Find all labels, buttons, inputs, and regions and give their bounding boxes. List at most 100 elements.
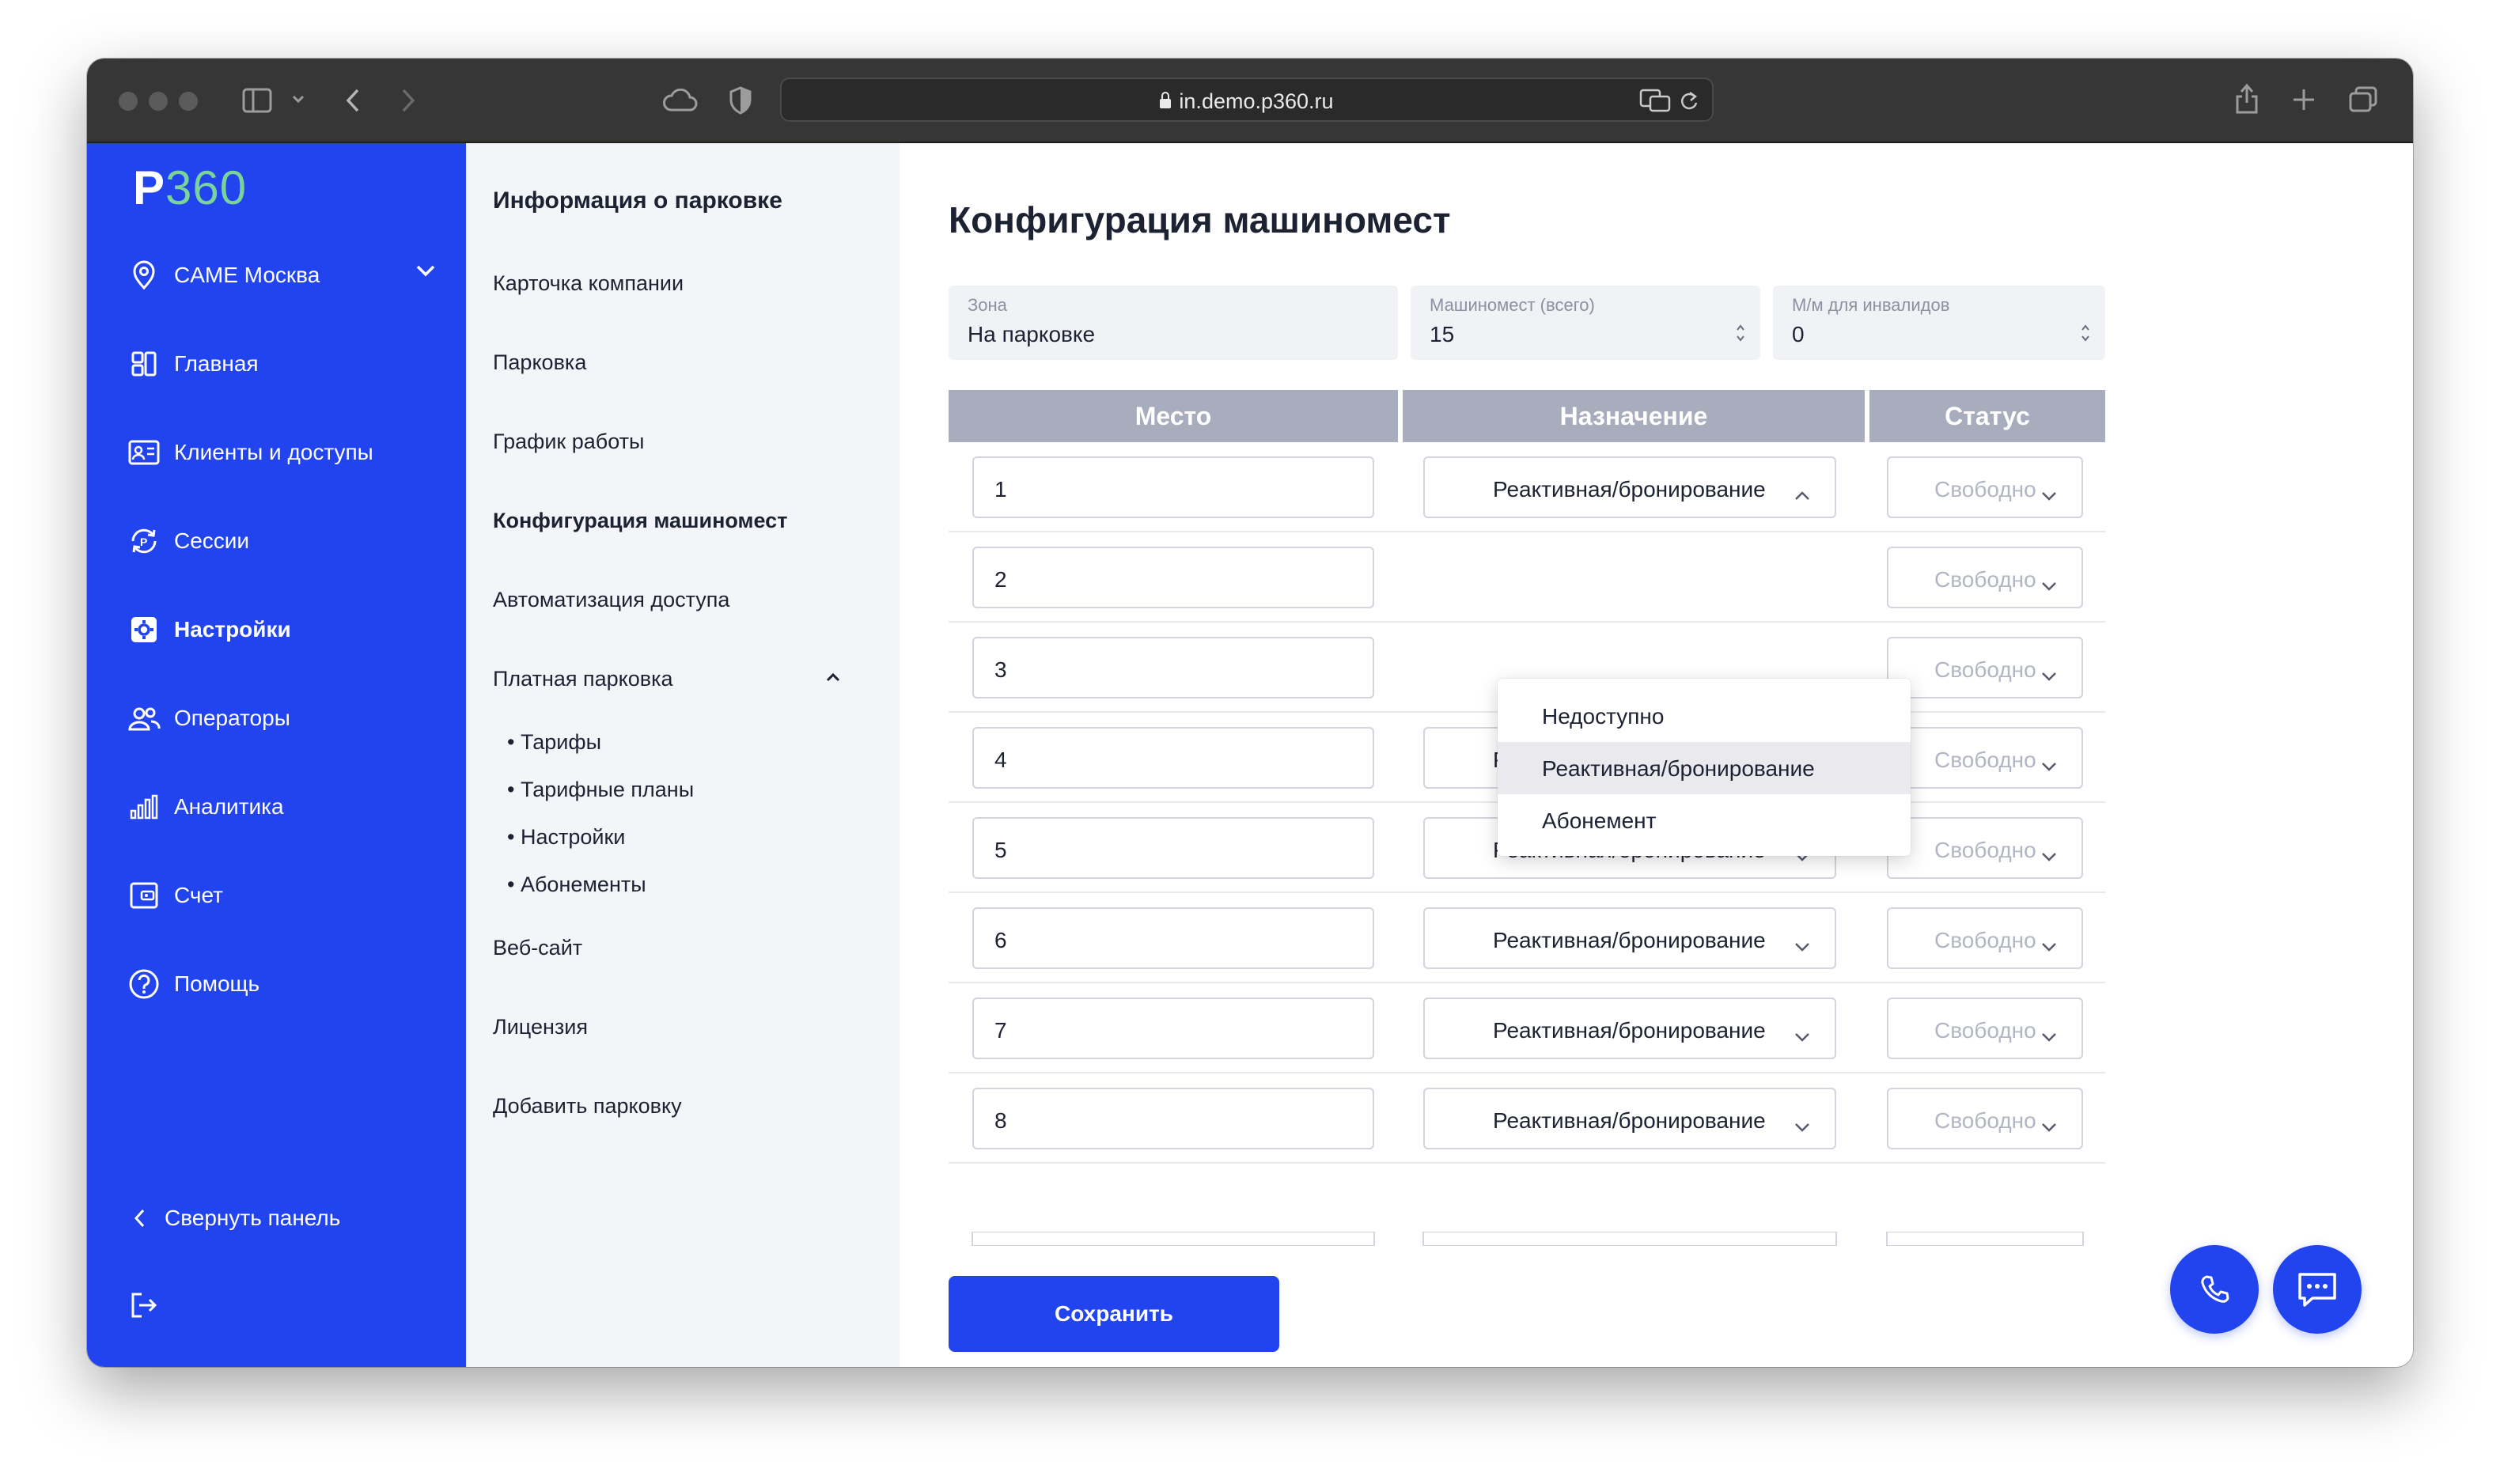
dropdown-option-reactive[interactable]: Реактивная/бронирование [1498, 742, 1911, 794]
disabled-spaces-field[interactable]: М/м для инвалидов 0 [1773, 286, 2105, 360]
settings-subitem-subscriptions[interactable]: • Абонементы [507, 873, 646, 897]
zone-field[interactable]: Зона На парковке [949, 286, 1398, 360]
shield-icon[interactable] [728, 85, 753, 115]
dropdown-option-subscription[interactable]: Абонемент [1498, 794, 1911, 846]
purpose-select[interactable]: Реактивная/бронирование [1423, 998, 1836, 1059]
chevron-down-icon[interactable] [415, 263, 437, 282]
dropdown-option-unavailable[interactable]: Недоступно [1498, 690, 1911, 742]
settings-subitem-settings[interactable]: • Настройки [507, 825, 625, 850]
status-select[interactable]: Свободно [1887, 637, 2083, 698]
status-value: Свободно [1934, 1108, 2036, 1133]
settings-item-paid-parking[interactable]: Платная парковка [493, 667, 673, 691]
status-value: Свободно [1934, 1018, 2036, 1043]
share-icon[interactable] [2234, 82, 2259, 115]
call-button[interactable] [2170, 1245, 2259, 1334]
stepper-icon[interactable] [1735, 322, 1746, 344]
settings-item-website[interactable]: Веб-сайт [493, 936, 582, 960]
place-input[interactable]: 1 [972, 456, 1374, 518]
sidebar-item-label: Счет [174, 883, 223, 907]
chevron-down-icon[interactable] [291, 93, 305, 104]
sidebar-toggle-icon[interactable] [242, 87, 274, 114]
purpose-dropdown-menu: Недоступно Реактивная/бронирование Абоне… [1498, 679, 1911, 856]
status-value: Свободно [1934, 838, 2036, 862]
status-select[interactable]: Свободно [1887, 907, 2083, 969]
home-grid-icon [127, 346, 161, 381]
sidebar-item-label: Настройки [174, 617, 291, 642]
status-select[interactable]: Свободно [1887, 727, 2083, 789]
translate-icon[interactable] [1639, 89, 1671, 112]
place-input[interactable]: 5 [972, 817, 1374, 879]
chat-icon [2298, 1273, 2336, 1307]
purpose-select[interactable]: Реактивная/бронирование [1423, 1088, 1836, 1149]
sidebar-item-home[interactable]: Главная [127, 344, 259, 384]
column-header-purpose: Назначение [1403, 390, 1865, 442]
total-spaces-field[interactable]: Машиномест (всего) 15 [1411, 286, 1760, 360]
sidebar-item-label: Главная [174, 351, 259, 376]
settings-item-license[interactable]: Лицензия [493, 1015, 588, 1039]
chevron-down-icon [1794, 933, 1811, 958]
back-arrow-icon[interactable] [343, 87, 362, 114]
chevron-down-icon [1794, 1023, 1811, 1048]
status-value: Свободно [1934, 748, 2036, 772]
sidebar-item-clients[interactable]: Клиенты и доступы [127, 433, 373, 472]
settings-item-company-card[interactable]: Карточка компании [493, 271, 684, 296]
new-tab-icon[interactable] [2291, 87, 2316, 112]
zoom-window-button[interactable] [179, 92, 198, 111]
sidebar-item-help[interactable]: Помощь [127, 964, 259, 1004]
sidebar-item-settings[interactable]: Настройки [127, 610, 291, 649]
address-bar[interactable]: in.demo.p360.ru [780, 78, 1714, 122]
forward-arrow-icon[interactable] [399, 87, 418, 114]
chevron-up-icon[interactable] [825, 672, 841, 687]
chevron-up-icon [1794, 482, 1811, 507]
settings-item-parking[interactable]: Парковка [493, 350, 586, 375]
close-window-button[interactable] [119, 92, 138, 111]
settings-subitem-tariffs[interactable]: • Тарифы [507, 730, 601, 755]
settings-item-add-parking[interactable]: Добавить парковку [493, 1094, 682, 1119]
status-value: Свободно [1934, 657, 2036, 682]
place-input[interactable]: 4 [972, 727, 1374, 789]
stepper-icon[interactable] [2080, 322, 2091, 344]
tab-overview-icon[interactable] [2348, 85, 2378, 114]
status-select[interactable]: Свободно [1887, 998, 2083, 1059]
settings-item-access-automation[interactable]: Автоматизация доступа [493, 588, 729, 612]
settings-title: Информация о парковке [493, 187, 782, 214]
status-select[interactable]: Свободно [1887, 1088, 2083, 1149]
chat-button[interactable] [2273, 1245, 2362, 1334]
minimize-window-button[interactable] [149, 92, 168, 111]
place-input[interactable]: 7 [972, 998, 1374, 1059]
location-pin-icon [127, 258, 161, 293]
cloud-icon[interactable] [661, 89, 698, 112]
place-input[interactable]: 2 [972, 547, 1374, 608]
total-spaces-label: Машиномест (всего) [1430, 295, 1595, 315]
sidebar-item-operators[interactable]: Операторы [127, 698, 290, 738]
save-button[interactable]: Сохранить [949, 1276, 1279, 1352]
purpose-select[interactable]: Реактивная/бронирование [1423, 907, 1836, 969]
status-value: Свободно [1934, 928, 2036, 952]
collapse-panel-button[interactable]: Свернуть панель [127, 1198, 340, 1238]
total-spaces-value: 15 [1430, 322, 1455, 346]
chevron-left-icon [127, 1201, 153, 1236]
sidebar-item-analytics[interactable]: Аналитика [127, 787, 284, 827]
reload-icon[interactable] [1679, 90, 1699, 112]
org-selector[interactable]: CAME Москва [127, 256, 320, 295]
chevron-down-icon [2040, 752, 2058, 778]
sidebar-item-label: Сессии [174, 528, 250, 553]
place-input[interactable]: 3 [972, 637, 1374, 698]
logo[interactable]: P360 [133, 161, 247, 215]
column-header-status: Статус [1869, 390, 2105, 442]
status-select[interactable]: Свободно [1887, 817, 2083, 879]
logout-button[interactable] [127, 1285, 174, 1325]
status-select[interactable]: Свободно [1887, 456, 2083, 518]
sidebar-item-sessions[interactable]: P Сессии [127, 521, 249, 561]
place-input[interactable]: 8 [972, 1088, 1374, 1149]
collapse-panel-label: Свернуть панель [165, 1206, 341, 1230]
status-select[interactable]: Свободно [1887, 547, 2083, 608]
place-input[interactable]: 6 [972, 907, 1374, 969]
settings-item-schedule[interactable]: График работы [493, 430, 644, 454]
purpose-select[interactable]: Реактивная/бронирование [1423, 456, 1836, 518]
settings-menu: Информация о парковке Карточка компании … [466, 143, 900, 1367]
settings-item-spaces-config[interactable]: Конфигурация машиномест [493, 509, 787, 533]
sidebar-item-bill[interactable]: Счет [127, 876, 223, 915]
settings-subitem-tariff-plans[interactable]: • Тарифные планы [507, 778, 694, 802]
sidebar-item-label: Аналитика [174, 794, 284, 819]
